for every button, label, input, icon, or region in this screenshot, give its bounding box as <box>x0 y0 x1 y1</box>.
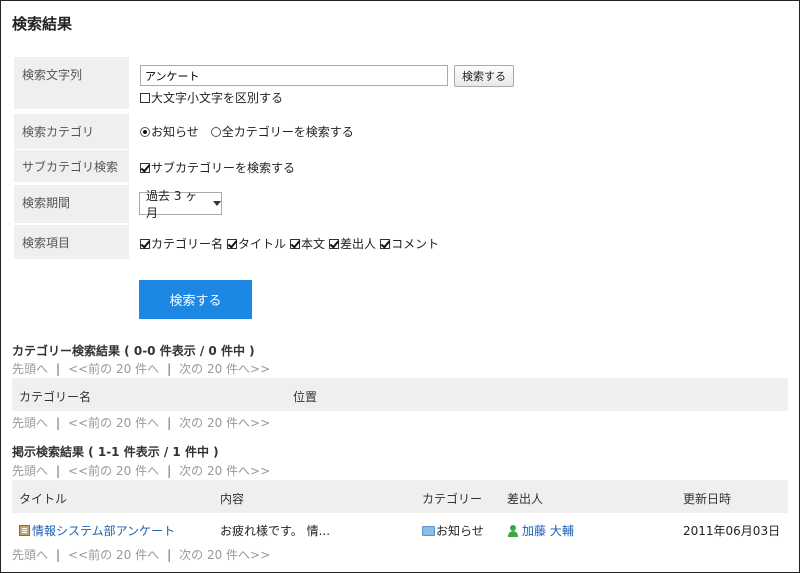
pager-next-link[interactable]: 次の 20 件へ>> <box>179 362 270 376</box>
pager-separator: | <box>167 548 172 562</box>
pager-next-link[interactable]: 次の 20 件へ>> <box>179 464 270 478</box>
row-category: お知らせ <box>436 524 484 538</box>
pager-next-link[interactable]: 次の 20 件へ>> <box>179 548 270 562</box>
search-small-button[interactable]: 検索する <box>454 65 514 87</box>
radio-all-categories[interactable] <box>210 126 221 137</box>
item-comment-text: コメント <box>391 237 440 251</box>
pager-first-link[interactable]: 先頭へ <box>12 362 48 376</box>
row-title-cell[interactable]: 情報システム部アンケート <box>19 522 175 539</box>
category-pager: 先頭へ | <<前の 20 件へ | 次の 20 件へ>> <box>12 360 270 377</box>
item-body-text: 本文 <box>301 237 326 251</box>
keyword-label: 検索文字列 <box>14 57 129 109</box>
pager-prev-link[interactable]: <<前の 20 件へ <box>68 464 159 478</box>
case-sensitive-option[interactable]: 大文字小文字を区別する <box>140 89 283 106</box>
category-results-title: カテゴリー検索結果 ( 0-0 件表示 / 0 件中 ) <box>12 344 255 358</box>
pager-prev-link[interactable]: <<前の 20 件へ <box>68 416 159 430</box>
category-options: お知らせ 全カテゴリーを検索する <box>140 123 354 140</box>
document-icon <box>19 525 30 536</box>
pager-separator: | <box>56 548 61 562</box>
col-updated: 更新日時 <box>683 492 732 506</box>
col-sender: 差出人 <box>507 492 544 506</box>
radio-notice-label: お知らせ <box>151 125 199 139</box>
pager-separator: | <box>56 416 61 430</box>
row-content: お疲れ様です。 情... <box>220 524 331 538</box>
post-table-header: タイトル 内容 カテゴリー 差出人 更新日時 <box>12 480 788 513</box>
item-title-checkbox[interactable] <box>227 238 238 249</box>
radio-all-label: 全カテゴリーを検索する <box>221 125 354 139</box>
case-sensitive-text: 大文字小文字を区別する <box>151 91 284 105</box>
item-body-checkbox[interactable] <box>290 238 301 249</box>
col-title: タイトル <box>19 492 68 506</box>
post-results-title: 掲示検索結果 ( 1-1 件表示 / 1 件中 ) <box>12 445 219 459</box>
item-sender-text: 差出人 <box>340 237 377 251</box>
keyword-input[interactable] <box>140 65 448 86</box>
folder-icon <box>422 526 435 536</box>
period-label: 検索期間 <box>14 185 129 223</box>
pager-separator: | <box>56 464 61 478</box>
items-label: 検索項目 <box>14 225 129 259</box>
sender-link[interactable]: 加藤 大輔 <box>522 524 574 538</box>
pager-prev-link[interactable]: <<前の 20 件へ <box>68 548 159 562</box>
pager-separator: | <box>167 464 172 478</box>
pager-separator: | <box>167 362 172 376</box>
page-title: 検索結果 <box>12 15 73 33</box>
pager-first-link[interactable]: 先頭へ <box>12 416 48 430</box>
post-pager: 先頭へ | <<前の 20 件へ | 次の 20 件へ>> <box>12 462 270 479</box>
row-updated: 2011年06月03日 <box>683 524 781 538</box>
subcategory-option[interactable]: サブカテゴリーを検索する <box>140 159 295 176</box>
col-location: 位置 <box>293 390 318 404</box>
category-label: 検索カテゴリ <box>14 114 129 149</box>
post-pager-bottom: 先頭へ | <<前の 20 件へ | 次の 20 件へ>> <box>12 546 270 563</box>
row-category-cell: お知らせ <box>422 522 484 539</box>
item-category-text: カテゴリー名 <box>151 237 224 251</box>
subcategory-checkbox[interactable] <box>140 162 150 173</box>
item-comment-checkbox[interactable] <box>380 238 391 249</box>
radio-notice[interactable] <box>140 126 150 137</box>
subcategory-text: サブカテゴリーを検索する <box>151 161 296 175</box>
category-pager-bottom: 先頭へ | <<前の 20 件へ | 次の 20 件へ>> <box>12 414 270 431</box>
col-category: カテゴリー <box>422 492 483 506</box>
pager-prev-link[interactable]: <<前の 20 件へ <box>68 362 159 376</box>
period-select[interactable]: 過去 3 ヶ月 <box>139 189 222 220</box>
item-title-text: タイトル <box>238 237 287 251</box>
post-title-link[interactable]: 情報システム部アンケート <box>32 524 175 538</box>
category-table-header: カテゴリー名 位置 <box>12 378 788 411</box>
pager-first-link[interactable]: 先頭へ <box>12 548 48 562</box>
case-sensitive-checkbox[interactable] <box>140 92 150 103</box>
pager-separator: | <box>56 362 61 376</box>
table-row: 情報システム部アンケート お疲れ様です。 情... お知らせ 加藤 大輔 201… <box>12 514 788 544</box>
search-button[interactable]: 検索する <box>139 280 252 319</box>
period-select-value: 過去 3 ヶ月 <box>146 188 198 220</box>
user-icon <box>507 525 519 537</box>
item-category-checkbox[interactable] <box>140 238 150 249</box>
pager-next-link[interactable]: 次の 20 件へ>> <box>179 416 270 430</box>
pager-separator: | <box>167 416 172 430</box>
subcategory-label: サブカテゴリ検索 <box>14 150 129 182</box>
col-category-name: カテゴリー名 <box>19 390 92 404</box>
chevron-down-icon <box>213 201 221 206</box>
pager-first-link[interactable]: 先頭へ <box>12 464 48 478</box>
col-content: 内容 <box>220 492 245 506</box>
row-sender-cell[interactable]: 加藤 大輔 <box>507 522 574 539</box>
item-sender-checkbox[interactable] <box>329 238 340 249</box>
items-options: カテゴリー名 タイトル 本文 差出人 コメント <box>140 235 439 252</box>
